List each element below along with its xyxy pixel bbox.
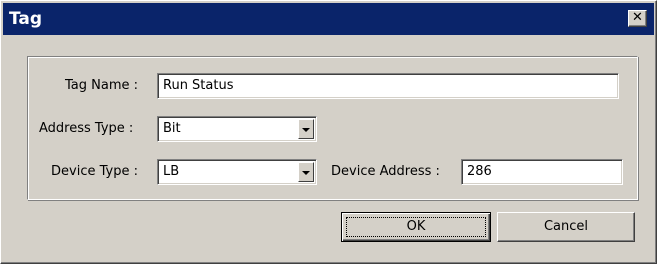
device-address-input[interactable]: 286 [461,159,623,185]
chevron-down-icon [302,171,310,175]
tag-name-input[interactable]: Run Status [157,73,619,99]
close-button[interactable]: ✕ [628,10,647,27]
cancel-button[interactable]: Cancel [497,212,635,242]
ok-button[interactable]: OK [341,212,491,242]
chevron-down-icon [302,128,310,132]
device-type-label: Device Type : [51,164,138,179]
device-address-label: Device Address : [331,164,440,179]
device-type-select[interactable]: LB [157,159,317,185]
device-type-dropdown-button[interactable] [298,162,314,182]
tag-dialog: Tag ✕ Tag Name : Run Status Address Type… [0,0,657,264]
address-type-select[interactable]: Bit [157,116,317,142]
address-type-label: Address Type : [39,121,134,136]
ok-button-label: OK [406,219,426,234]
cancel-button-label: Cancel [543,219,589,234]
device-type-value: LB [163,164,180,179]
close-icon: ✕ [632,10,643,25]
tag-name-label: Tag Name : [65,78,139,93]
address-type-dropdown-button[interactable] [298,119,314,139]
address-type-value: Bit [163,121,181,136]
window-title: Tag [9,9,43,29]
title-bar[interactable]: Tag ✕ [3,3,654,35]
